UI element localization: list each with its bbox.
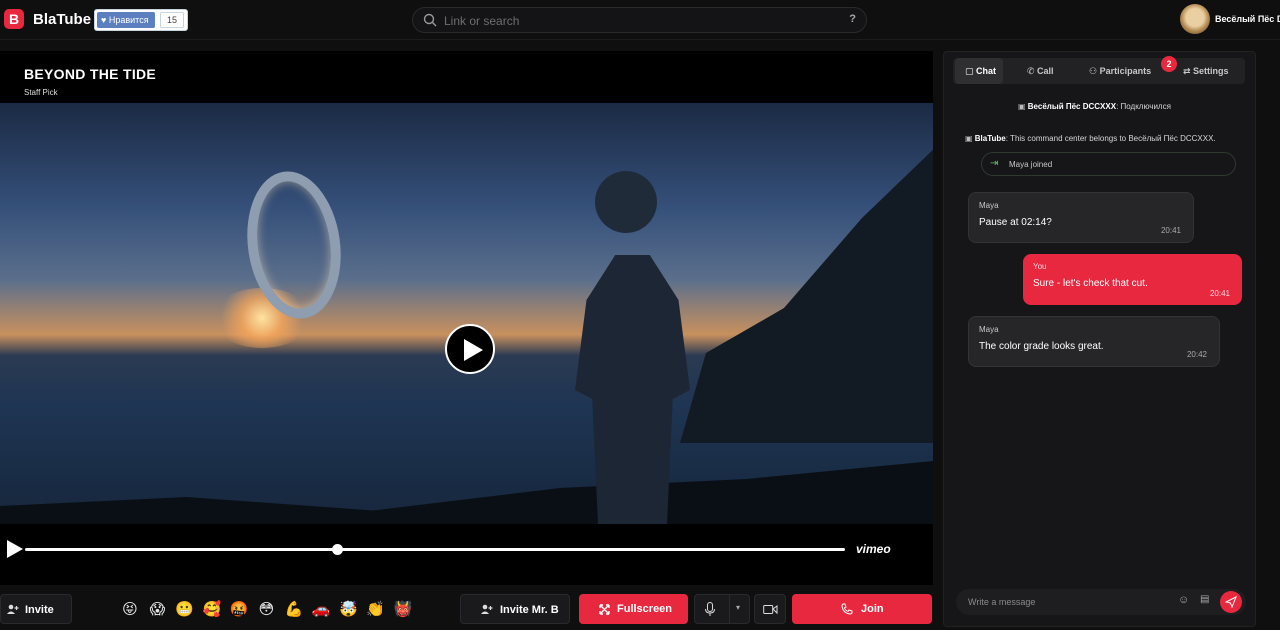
video-player: BEYOND THE TIDE Staff Pick vimeo bbox=[0, 51, 933, 585]
bottom-toolbar: Invite 😝 😱 😬 🥰 🤬 😳 💪 🚗 🤯 👏 👹 Invite Mr. B Fullscre… bbox=[0, 590, 940, 630]
chat-icon: ▢ bbox=[965, 66, 977, 76]
users-icon: ⚇ bbox=[1089, 66, 1100, 76]
login-icon: ▣ bbox=[965, 134, 975, 143]
chevron-down-icon[interactable]: ▾ bbox=[736, 603, 740, 612]
message-time: 20:42 bbox=[1186, 350, 1207, 359]
video-title: BEYOND THE TIDE bbox=[24, 66, 157, 82]
fullscreen-label: Fullscreen bbox=[617, 603, 673, 615]
emoji-reaction-button[interactable]: 😬 bbox=[175, 599, 195, 619]
phone-icon bbox=[841, 603, 853, 615]
like-label: Нравится bbox=[108, 15, 149, 25]
message-text: The color grade looks great. bbox=[979, 341, 1104, 352]
chat-message[interactable]: Maya The color grade looks great. 20:42 bbox=[968, 316, 1220, 367]
like-widget: ♥ Нравится 15 bbox=[94, 9, 188, 31]
microphone-button[interactable]: ▾ bbox=[694, 594, 750, 624]
phone-icon: ✆ bbox=[1027, 66, 1038, 76]
system-message-owner: ▣ BlaTube: This command center belongs t… bbox=[965, 134, 1216, 143]
shore-rocks bbox=[0, 461, 933, 524]
emoji-reaction-button[interactable]: 👹 bbox=[393, 599, 413, 619]
chat-message-own[interactable]: You Sure - let's check that cut. 20:41 bbox=[1023, 254, 1242, 305]
emoji-reaction-button[interactable]: 👏 bbox=[366, 599, 386, 619]
message-composer: ☺ ▤ bbox=[956, 589, 1246, 615]
chat-message[interactable]: Maya Pause at 02:14? 20:41 bbox=[968, 192, 1194, 243]
message-author: Maya bbox=[979, 201, 999, 210]
camera-icon bbox=[763, 605, 778, 615]
emoji-reaction-button[interactable]: 🤯 bbox=[338, 599, 358, 619]
cliff bbox=[680, 143, 933, 443]
video-frame[interactable] bbox=[0, 103, 933, 524]
message-time: 20:41 bbox=[1209, 289, 1230, 298]
emoji-reaction-button[interactable]: 💪 bbox=[284, 599, 304, 619]
video-subtitle: Staff Pick bbox=[24, 88, 58, 97]
message-text: Sure - let's check that cut. bbox=[1033, 278, 1148, 289]
participants-badge: 2 bbox=[1161, 56, 1177, 72]
brand-name[interactable]: BlaTube bbox=[33, 11, 91, 28]
login-icon: ▣ bbox=[1018, 102, 1028, 111]
emoji-reaction-button[interactable]: 😳 bbox=[257, 599, 277, 619]
send-icon bbox=[1225, 596, 1237, 608]
emoji-reaction-button[interactable]: 😱 bbox=[147, 599, 167, 619]
user-name: Весёлый Пёс DC bbox=[1215, 14, 1280, 24]
system-message-connected: ▣ Весёлый Пёс DCCXXX: Подключился bbox=[1018, 102, 1171, 111]
message-author: Maya bbox=[979, 325, 999, 334]
like-count: 15 bbox=[160, 12, 184, 28]
emoji-reaction-button[interactable]: 🥰 bbox=[202, 599, 222, 619]
camera-button[interactable] bbox=[754, 594, 786, 624]
progress-thumb[interactable] bbox=[331, 544, 343, 555]
sliders-icon: ⇄ bbox=[1183, 66, 1194, 76]
panel-tabs: ▢ Chat ✆ Call ⚇ Participants 2 ⇄ Setting… bbox=[953, 56, 1245, 84]
progress-track[interactable] bbox=[25, 544, 845, 555]
message-input[interactable] bbox=[968, 595, 1168, 609]
search-icon bbox=[423, 13, 437, 27]
vimeo-logo[interactable]: vimeo bbox=[856, 542, 891, 556]
emoji-reaction-button[interactable]: 🤬 bbox=[229, 599, 249, 619]
tab-participants[interactable]: ⚇ Participants bbox=[1089, 58, 1161, 84]
message-text: Pause at 02:14? bbox=[979, 217, 1052, 228]
join-notice: ⇥ Maya joined bbox=[981, 152, 1236, 176]
help-icon[interactable]: ? bbox=[849, 13, 856, 25]
invite-mr-b-button[interactable]: Invite Mr. B bbox=[460, 594, 570, 624]
message-time: 20:41 bbox=[1160, 226, 1181, 235]
user-menu[interactable]: Весёлый Пёс DC bbox=[1176, 4, 1280, 36]
invite-label: Invite bbox=[25, 604, 54, 616]
tab-settings[interactable]: ⇄ Settings bbox=[1183, 58, 1235, 84]
enter-icon: ⇥ bbox=[990, 158, 999, 169]
join-call-button[interactable]: Join bbox=[792, 594, 932, 624]
tab-call[interactable]: ✆ Call bbox=[1027, 58, 1067, 84]
play-button[interactable] bbox=[445, 324, 495, 374]
add-user-icon bbox=[7, 604, 19, 614]
tab-chat[interactable]: ▢ Chat bbox=[955, 58, 1003, 84]
astronaut-helmet bbox=[595, 171, 657, 233]
sticker-icon[interactable]: ▤ bbox=[1200, 594, 1209, 605]
chat-panel: ▢ Chat ✆ Call ⚇ Participants 2 ⇄ Setting… bbox=[943, 51, 1256, 627]
play-icon bbox=[464, 339, 483, 361]
invite-button[interactable]: Invite bbox=[0, 594, 72, 624]
fullscreen-icon bbox=[599, 604, 610, 615]
fullscreen-button[interactable]: Fullscreen bbox=[579, 594, 688, 624]
invite-mr-b-label: Invite Mr. B bbox=[500, 604, 559, 616]
send-button[interactable] bbox=[1220, 591, 1242, 613]
play-icon[interactable] bbox=[7, 540, 23, 558]
top-bar: B BlaTube ♥ Нравится 15 ? Весёлый Пёс DC bbox=[0, 0, 1280, 40]
blatube-logo[interactable]: B bbox=[4, 9, 24, 29]
emoji-reaction-button[interactable]: 🚗 bbox=[311, 599, 331, 619]
avatar bbox=[1180, 4, 1210, 34]
player-controls: vimeo bbox=[0, 524, 933, 585]
emoji-picker-icon[interactable]: ☺ bbox=[1178, 594, 1189, 606]
join-label: Join bbox=[861, 603, 884, 615]
search-bar: ? bbox=[412, 7, 867, 33]
join-notice-text: Maya joined bbox=[1009, 160, 1053, 169]
microphone-icon bbox=[705, 602, 715, 616]
add-user-icon bbox=[481, 604, 493, 614]
astronaut-figure bbox=[575, 255, 690, 524]
message-author: You bbox=[1033, 262, 1047, 271]
emoji-reaction-button[interactable]: 😝 bbox=[120, 599, 140, 619]
search-input[interactable] bbox=[444, 12, 834, 29]
like-button[interactable]: ♥ Нравится bbox=[97, 12, 155, 28]
